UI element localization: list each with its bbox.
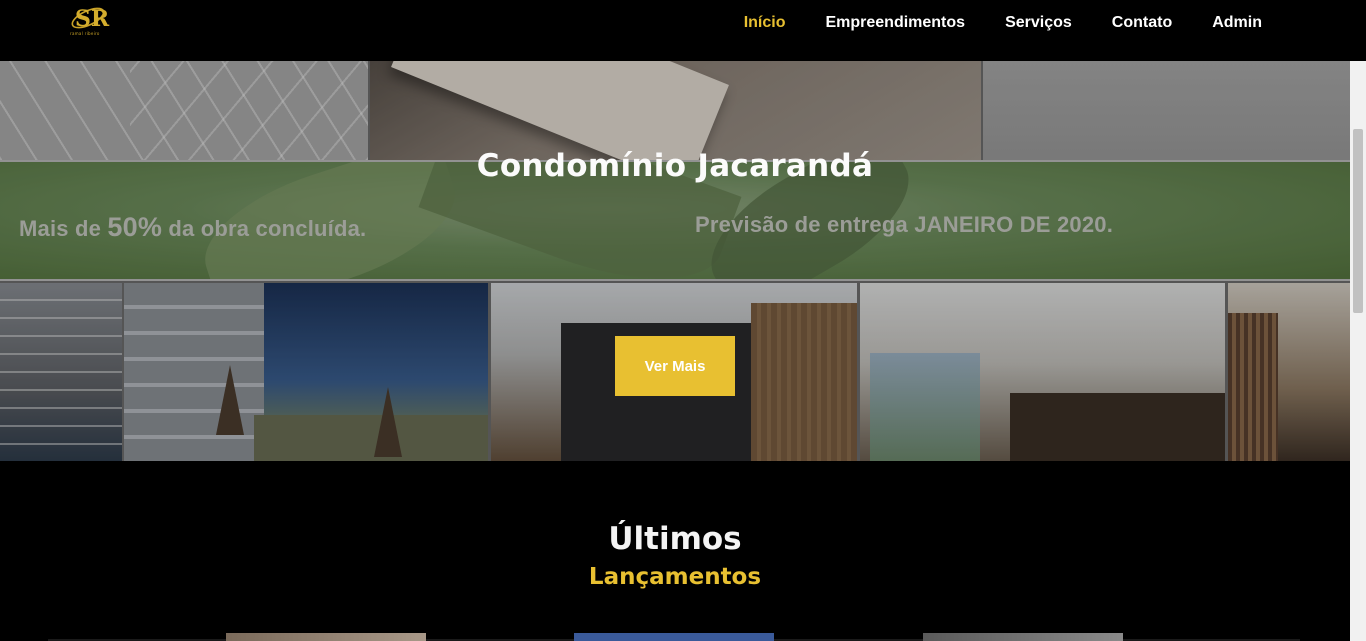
launch-card-2[interactable]: [574, 633, 774, 641]
nav-item-servicos[interactable]: Serviços: [1005, 14, 1072, 32]
hero-title: Condomínio Jacarandá: [476, 148, 874, 184]
ver-mais-button[interactable]: Ver Mais: [615, 336, 735, 396]
navbar: SR ramal ribeiro Início Empreendimentos …: [0, 0, 1366, 61]
launch-card-1[interactable]: [226, 633, 426, 641]
launch-card-3[interactable]: [923, 633, 1123, 641]
scrollbar-thumb[interactable]: [1353, 129, 1363, 313]
nav-item-contato[interactable]: Contato: [1112, 14, 1172, 32]
nav-item-empreendimentos[interactable]: Empreendimentos: [825, 14, 965, 32]
brand-subtitle: ramal ribeiro: [70, 31, 100, 36]
page-scrollbar[interactable]: [1350, 61, 1366, 641]
nav-item-inicio[interactable]: Início: [744, 14, 786, 32]
hero-banner: Mais de 50% da obra concluída. Previsão …: [0, 61, 1350, 461]
sr-logo-icon: SR: [71, 6, 110, 32]
nav-item-admin[interactable]: Admin: [1212, 14, 1262, 32]
section-title: Últimos: [608, 521, 742, 557]
main-nav: Início Empreendimentos Serviços Contato …: [744, 14, 1262, 32]
svg-text:SR: SR: [75, 6, 110, 32]
section-subtitle: Lançamentos: [588, 564, 762, 590]
brand-logo[interactable]: SR: [66, 2, 110, 42]
